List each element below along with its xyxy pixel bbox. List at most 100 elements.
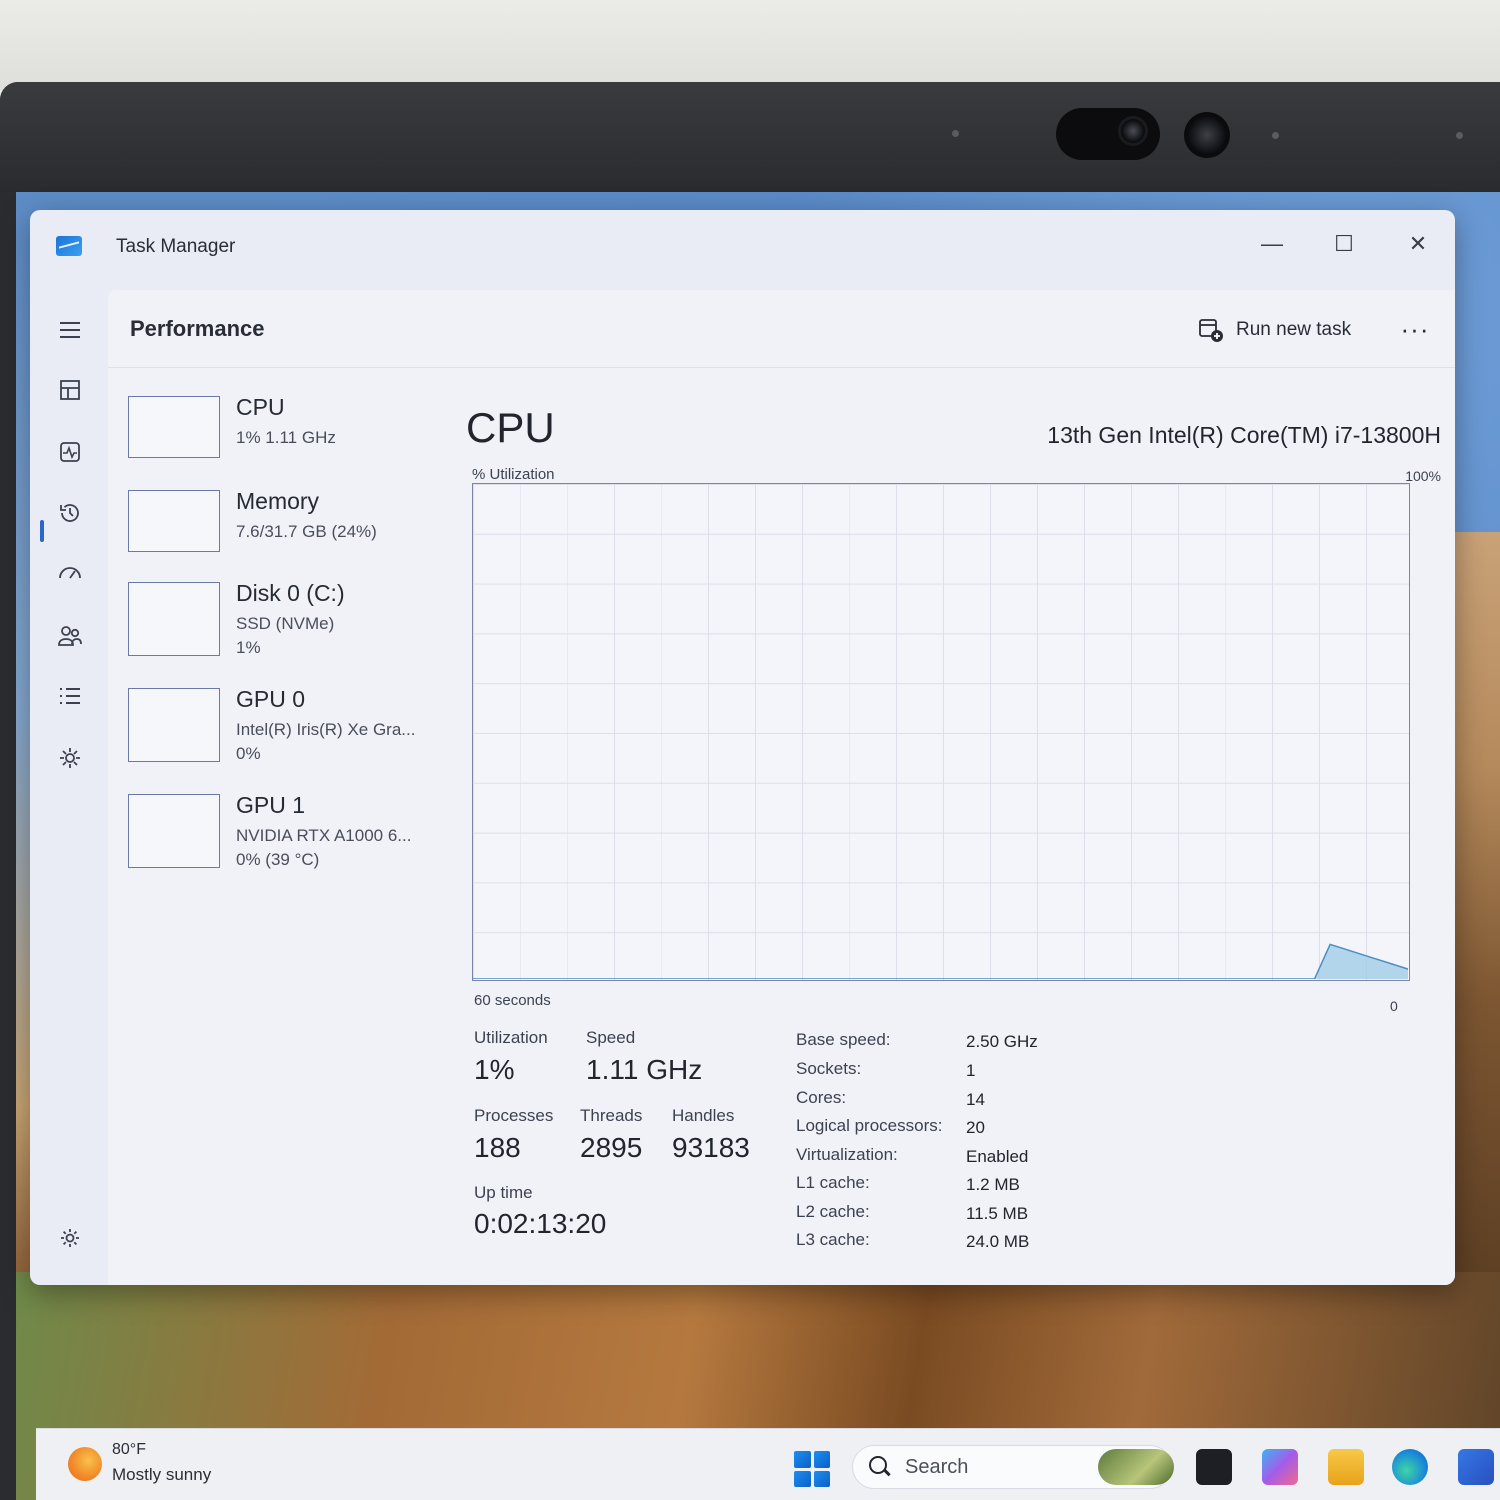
task-manager-icon: [56, 236, 82, 256]
utilization-axis-label: % Utilization: [472, 466, 555, 483]
device-item-gpu0[interactable]: GPU 0 Intel(R) Iris(R) Xe Gra... 0%: [128, 682, 448, 788]
weather-temperature[interactable]: 80°F: [112, 1441, 146, 1459]
start-logo-tile: [794, 1470, 811, 1487]
time-span-label: 60 seconds: [474, 992, 551, 1009]
cpu-utilization-chart: [473, 943, 1408, 979]
handles-label: Handles: [672, 1106, 735, 1125]
device-item-memory[interactable]: Memory 7.6/31.7 GB (24%): [128, 484, 448, 584]
start-logo-tile: [813, 1451, 830, 1468]
performance-page: Performance Run new task ··· CPU 1% 1.11…: [108, 290, 1455, 1285]
run-new-task-button[interactable]: Run new task: [1198, 314, 1351, 346]
cpu-utilization-graph: [472, 483, 1410, 981]
search-icon: [869, 1456, 891, 1478]
device-detail: SSD (NVMe): [236, 614, 335, 633]
webcam-lens-icon: [1118, 116, 1148, 146]
start-button[interactable]: [794, 1451, 830, 1487]
device-detail: NVIDIA RTX A1000 6...: [236, 826, 412, 845]
spec-value: 14: [966, 1090, 985, 1109]
spec-label: Virtualization:: [796, 1145, 898, 1164]
performance-icon[interactable]: [50, 432, 90, 472]
users-icon[interactable]: [50, 616, 90, 656]
sensor-dot: [1456, 132, 1463, 139]
device-list: CPU 1% 1.11 GHz Memory 7.6/31.7 GB (24%)…: [128, 390, 448, 894]
zero-label: 0: [1390, 998, 1398, 1014]
task-manager-window: Task Manager — ☐ ✕ Performance Run new t…: [30, 210, 1455, 1285]
run-new-task-label: Run new task: [1236, 319, 1352, 340]
utilization-value: 1%: [474, 1054, 515, 1085]
selected-nav-indicator: [40, 520, 44, 542]
handles-value: 93183: [672, 1132, 750, 1163]
spec-value: 2.50 GHz: [966, 1032, 1038, 1051]
details-icon[interactable]: [50, 676, 90, 716]
device-usage: 0%: [236, 744, 261, 763]
spec-label: Logical processors:: [796, 1116, 943, 1135]
page-header: Performance Run new task ···: [108, 290, 1455, 368]
gpu0-thumbnail-graph: [128, 688, 220, 762]
services-icon[interactable]: [50, 738, 90, 778]
minimize-button[interactable]: —: [1252, 224, 1292, 264]
cpu-utilization-line: [473, 943, 1408, 979]
hamburger-menu-icon[interactable]: [50, 310, 90, 350]
maximize-button[interactable]: ☐: [1324, 224, 1364, 264]
device-detail: Intel(R) Iris(R) Xe Gra...: [236, 720, 416, 739]
app-history-icon[interactable]: [50, 493, 90, 533]
spec-label: Cores:: [796, 1088, 847, 1107]
file-explorer-icon[interactable]: [1328, 1449, 1364, 1485]
sensor-dot: [1272, 132, 1279, 139]
more-options-button[interactable]: ···: [1398, 312, 1432, 346]
spec-value: 1: [966, 1061, 976, 1080]
start-logo-tile: [813, 1470, 830, 1487]
spec-label: Base speed:: [796, 1030, 891, 1049]
weather-description[interactable]: Mostly sunny: [112, 1465, 211, 1485]
gpu1-thumbnail-graph: [128, 794, 220, 868]
search-highlight-icon[interactable]: [1098, 1449, 1174, 1485]
microsoft-365-icon[interactable]: [1262, 1449, 1298, 1485]
photo-background: [0, 0, 1500, 90]
navigation-rail: [30, 290, 108, 1285]
microsoft-store-icon[interactable]: [1458, 1449, 1494, 1485]
edge-browser-icon[interactable]: [1392, 1449, 1428, 1485]
speed-value: 1.11 GHz: [586, 1054, 703, 1085]
search-placeholder: Search: [905, 1455, 969, 1478]
weather-icon[interactable]: [68, 1447, 102, 1481]
sensor-dot: [952, 130, 959, 137]
run-new-task-icon: [1199, 319, 1223, 342]
processes-value: 188: [474, 1132, 521, 1163]
cpu-heading: CPU: [466, 404, 555, 451]
window-title: Task Manager: [116, 236, 236, 257]
title-bar[interactable]: Task Manager — ☐ ✕: [30, 210, 1455, 290]
spec-value: 24.0 MB: [966, 1232, 1030, 1251]
threads-value: 2895: [580, 1132, 643, 1163]
device-name: Disk 0 (C:): [236, 580, 345, 606]
device-item-gpu1[interactable]: GPU 1 NVIDIA RTX A1000 6... 0% (39 °C): [128, 788, 448, 894]
spec-value: 11.5 MB: [966, 1204, 1029, 1223]
device-name: GPU 0: [236, 686, 306, 712]
device-item-disk[interactable]: Disk 0 (C:) SSD (NVMe) 1%: [128, 576, 448, 682]
device-name: CPU: [236, 394, 285, 420]
speed-label: Speed: [586, 1028, 636, 1047]
spec-label: L3 cache:: [796, 1230, 870, 1249]
close-button[interactable]: ✕: [1398, 224, 1438, 264]
device-detail: 1% 1.11 GHz: [236, 428, 336, 447]
device-detail: 7.6/31.7 GB (24%): [236, 522, 377, 541]
utilization-label: Utilization: [474, 1028, 548, 1047]
device-name: GPU 1: [236, 792, 306, 818]
page-title: Performance: [130, 316, 265, 341]
spec-value: Enabled: [966, 1147, 1029, 1166]
device-item-cpu[interactable]: CPU 1% 1.11 GHz: [128, 390, 448, 490]
task-view-icon[interactable]: [1196, 1449, 1232, 1485]
memory-thumbnail-graph: [128, 490, 220, 552]
device-name: Memory: [236, 488, 320, 514]
processes-icon[interactable]: [50, 370, 90, 410]
settings-icon[interactable]: [50, 1218, 90, 1258]
spec-label: Sockets:: [796, 1059, 862, 1078]
ir-camera-icon: [1184, 112, 1230, 158]
spec-value: 20: [966, 1118, 985, 1137]
uptime-label: Up time: [474, 1183, 533, 1202]
spec-label: L1 cache:: [796, 1173, 870, 1192]
cpu-utilization-area: [473, 944, 1408, 979]
webcam-shutter: [1056, 108, 1160, 160]
device-usage: 0% (39 °C): [236, 850, 320, 869]
disk-thumbnail-graph: [128, 582, 220, 656]
startup-apps-icon[interactable]: [50, 554, 90, 594]
